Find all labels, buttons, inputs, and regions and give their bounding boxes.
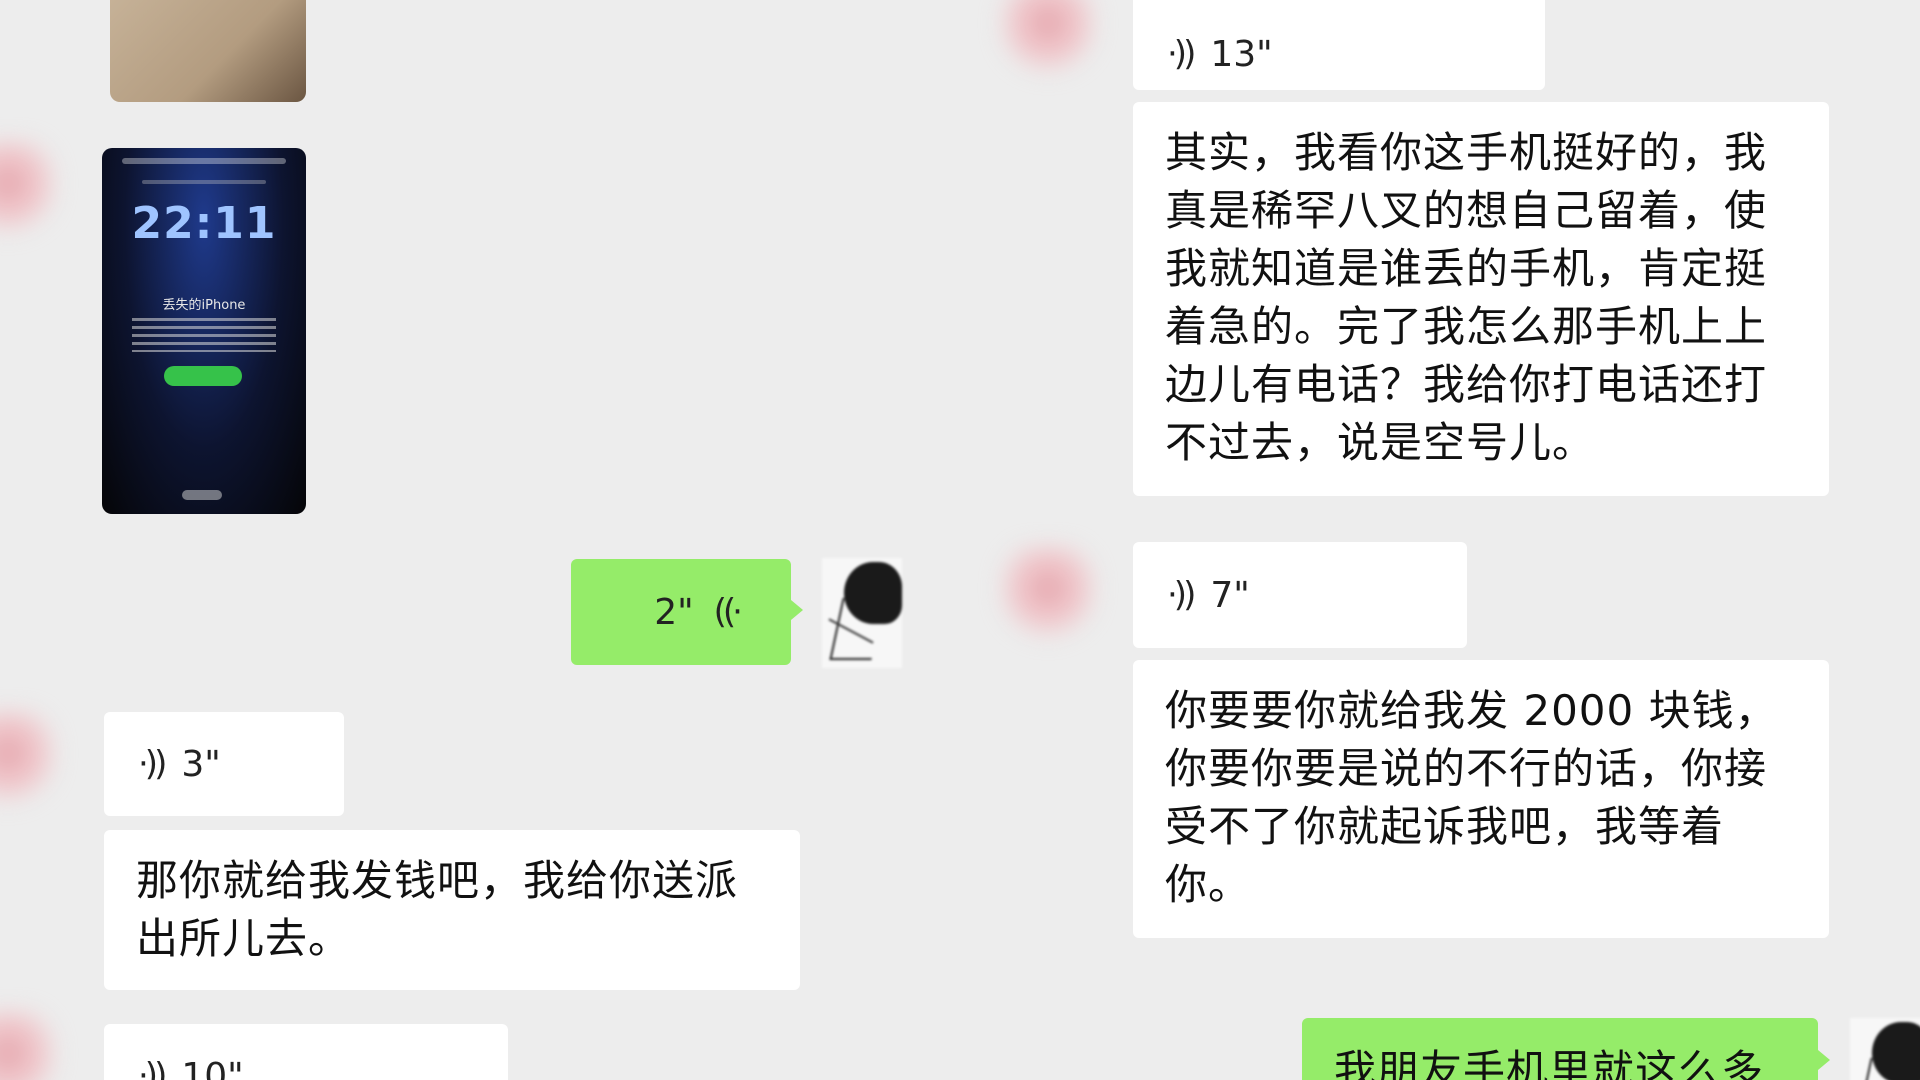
voice-wave-icon: ·)) [138, 1056, 167, 1080]
voice-duration: 7" [1210, 574, 1250, 616]
my-avatar[interactable] [1850, 1018, 1920, 1080]
voice-duration: 13" [1210, 33, 1273, 75]
outgoing-voice-message[interactable]: 2" ((· [571, 559, 791, 665]
status-bar [122, 158, 286, 164]
incoming-text-message[interactable]: 那你就给我发钱吧，我给你送派出所儿去。 [104, 830, 800, 990]
contact-avatar[interactable] [0, 710, 56, 806]
chat-screen: 22:11 丢失的iPhone 2" ((· ·)) 3" 那你就给我发钱吧，我… [0, 0, 1920, 1080]
lost-iphone-title: 丢失的iPhone [162, 298, 246, 313]
message-text: 那你就给我发钱吧，我给你送派出所儿去。 [136, 856, 739, 963]
home-indicator [182, 490, 222, 500]
contact-avatar[interactable] [0, 140, 56, 236]
call-button-in-photo [164, 366, 242, 386]
outgoing-text-message[interactable]: 我朋友手机里就这么多 [1302, 1018, 1818, 1080]
voice-wave-icon: ·)) [1167, 575, 1196, 615]
voice-wave-icon: ·)) [1167, 34, 1196, 74]
incoming-voice-message[interactable]: ·)) 3" [104, 712, 344, 816]
bubble-tail [791, 600, 803, 620]
incoming-text-message[interactable]: 你要要你就给我发 2000 块钱，你要你要是说的不行的话，你接受不了你就起诉我吧… [1133, 660, 1829, 938]
incoming-text-message[interactable]: 其实，我看你这手机挺好的，我真是稀罕八叉的想自己留着，使我就知道是谁丢的手机，肯… [1133, 102, 1829, 496]
incoming-voice-message[interactable]: ·)) 13" [1133, 0, 1545, 90]
message-text: 你要要你就给我发 2000 块钱，你要你要是说的不行的话，你接受不了你就起诉我吧… [1165, 686, 1778, 909]
notice-line [142, 180, 266, 184]
contact-avatar[interactable] [0, 1010, 56, 1080]
photo-message[interactable] [110, 0, 306, 102]
lock-screen-clock: 22:11 [131, 198, 277, 249]
voice-duration: 2" [654, 591, 694, 633]
contact-avatar[interactable] [1000, 0, 1096, 76]
my-avatar[interactable] [822, 558, 902, 668]
voice-duration: 3" [181, 743, 221, 785]
voice-wave-right-icon: ((· [713, 592, 743, 632]
incoming-voice-message[interactable]: ·)) 7" [1133, 542, 1467, 648]
message-text: 我朋友手机里就这么多 [1334, 1046, 1765, 1080]
message-text: 其实，我看你这手机挺好的，我真是稀罕八叉的想自己留着，使我就知道是谁丢的手机，肯… [1165, 128, 1768, 467]
bubble-tail [1818, 1050, 1830, 1070]
voice-wave-icon: ·)) [138, 744, 167, 784]
incoming-voice-message[interactable]: ·)) 10" [104, 1024, 508, 1080]
lost-iphone-photo[interactable]: 22:11 丢失的iPhone [102, 148, 306, 514]
contact-avatar[interactable] [1000, 545, 1096, 641]
lost-message-lines [132, 318, 276, 352]
voice-duration: 10" [181, 1055, 244, 1080]
